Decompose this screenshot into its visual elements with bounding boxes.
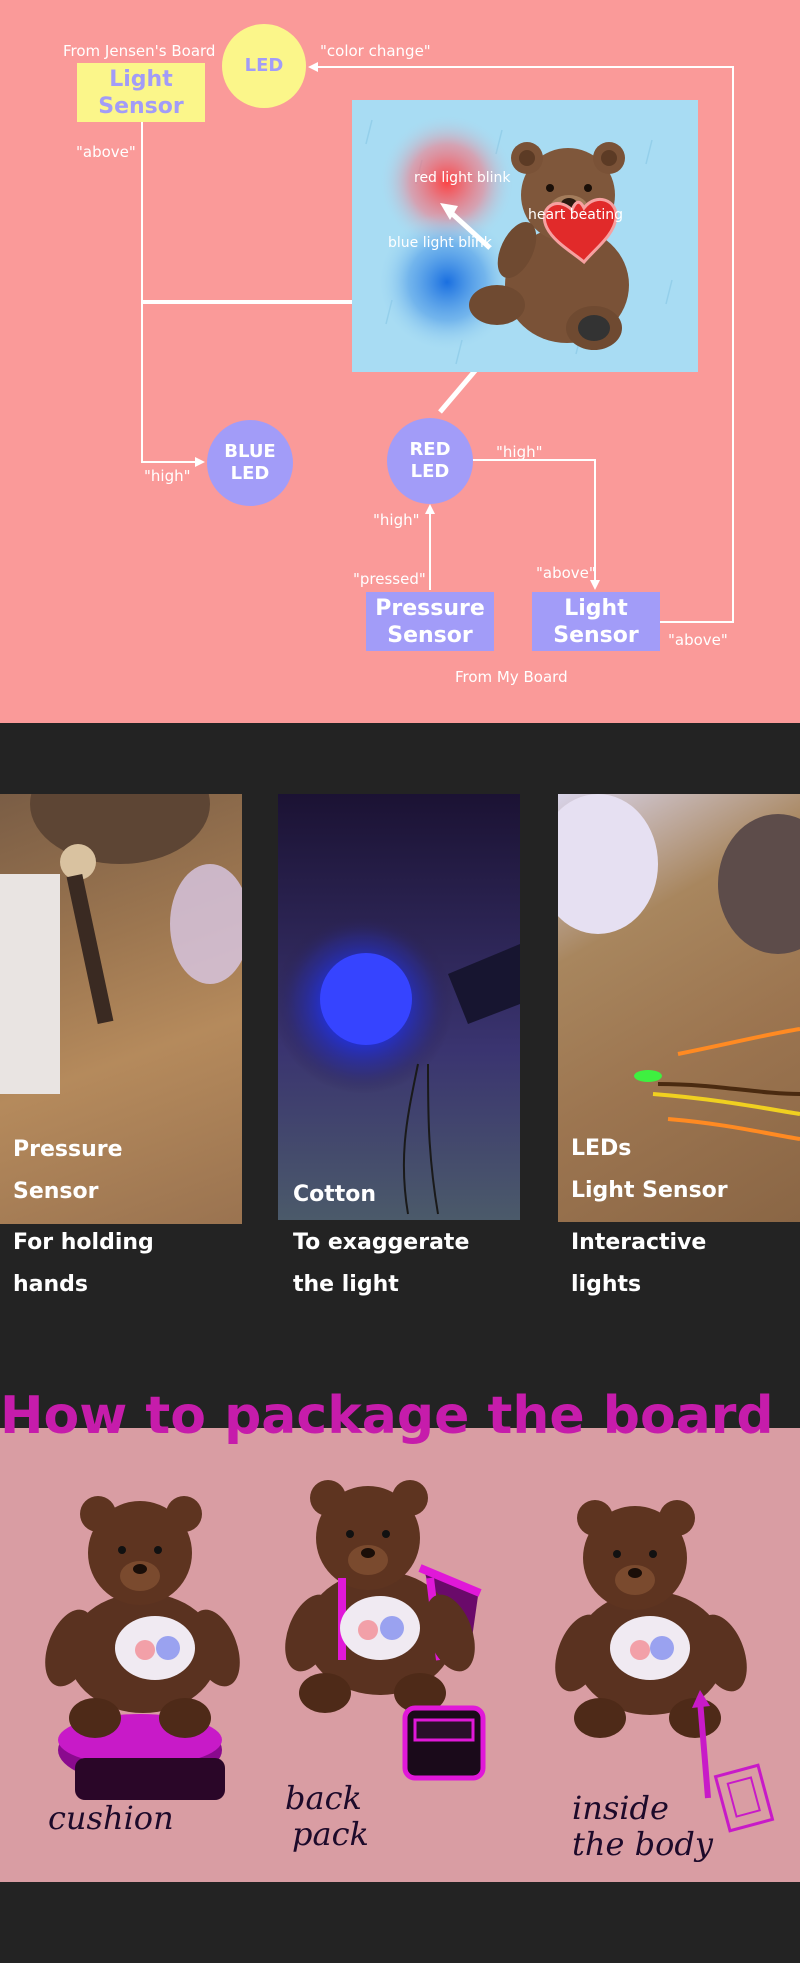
photo-pressure-sensor: Pressure Sensor <box>0 794 242 1224</box>
blue-glow <box>377 212 517 352</box>
from-my-board-label: From My Board <box>455 668 568 686</box>
pressure-sensor-label: Pressure Sensor <box>375 595 485 648</box>
photo2-overlay-line1: Cotton <box>293 1182 377 1207</box>
photo-cotton: Cotton <box>278 794 520 1220</box>
from-jensens-board-label: From Jensen's Board <box>63 42 216 60</box>
inside-label-line2: the body <box>572 1825 713 1863</box>
red-led-node: RED LED <box>387 418 473 504</box>
blue-led-label: BLUE LED <box>224 441 276 484</box>
blue-led-node: BLUE LED <box>207 420 293 506</box>
high-label-blue: "high" <box>144 467 191 485</box>
photo2-caption-line1: To exaggerate <box>293 1230 470 1255</box>
jensen-light-sensor-label: Light Sensor <box>98 66 184 119</box>
heart-beating-label: heart beating <box>528 207 623 223</box>
bear-backpack-illustration <box>285 1480 486 1781</box>
photo-leds-light-sensor: LEDs Light Sensor <box>558 794 800 1222</box>
package-options-panel: cushion back pack inside the body <box>0 1428 800 1882</box>
red-light-blink-label: red light blink <box>414 170 511 186</box>
led-node: LED <box>222 24 306 108</box>
high-label-red-below: "high" <box>373 511 420 529</box>
above-label-right: "above" <box>668 631 728 649</box>
photo3-overlay-line1: LEDs <box>571 1136 632 1161</box>
backpack-label-line1: back <box>285 1779 362 1817</box>
pressed-label: "pressed" <box>353 570 426 588</box>
blue-light-blink-label: blue light blink <box>388 235 492 251</box>
red-led-label: RED LED <box>409 439 451 482</box>
edge-jensen-sensor-to-blue-led <box>141 122 205 467</box>
led-label: LED <box>244 55 284 76</box>
photo1-overlay-line1: Pressure <box>13 1137 123 1162</box>
inside-label-line1: inside <box>572 1789 669 1827</box>
photo3-overlay-line2: Light Sensor <box>571 1178 728 1203</box>
cushion-label: cushion <box>48 1799 174 1837</box>
color-change-label: "color change" <box>320 42 431 60</box>
jensen-light-sensor-node: Light Sensor <box>77 63 205 122</box>
my-light-sensor-label: Light Sensor <box>553 595 639 648</box>
cotton-photo-art <box>278 794 520 1220</box>
photo3-caption-line2: lights <box>571 1272 642 1297</box>
interaction-diagram: From Jensen's Board Light Sensor LED "co… <box>0 0 800 723</box>
bear-cushion-illustration <box>45 1496 240 1800</box>
bear-inside-body-illustration <box>555 1500 775 1833</box>
package-section-title: How to package the board <box>0 1386 774 1446</box>
above-label-left: "above" <box>76 143 136 161</box>
above-label-mid: "above" <box>536 564 596 582</box>
bear-scene-illustration: red light blink blue light blink heart b… <box>352 100 698 372</box>
backpack-label-line2: pack <box>292 1815 369 1853</box>
my-light-sensor-node: Light Sensor <box>532 592 660 651</box>
pressure-sensor-node: Pressure Sensor <box>366 592 494 651</box>
photo1-overlay-line2: Sensor <box>13 1179 99 1204</box>
photo1-caption-line2: hands <box>13 1272 89 1297</box>
photo2-caption-line2: the light <box>293 1272 399 1297</box>
photo3-caption-line1: Interactive <box>571 1230 707 1255</box>
high-label-red-right: "high" <box>496 443 543 461</box>
photo1-caption-line1: For holding <box>13 1230 154 1255</box>
